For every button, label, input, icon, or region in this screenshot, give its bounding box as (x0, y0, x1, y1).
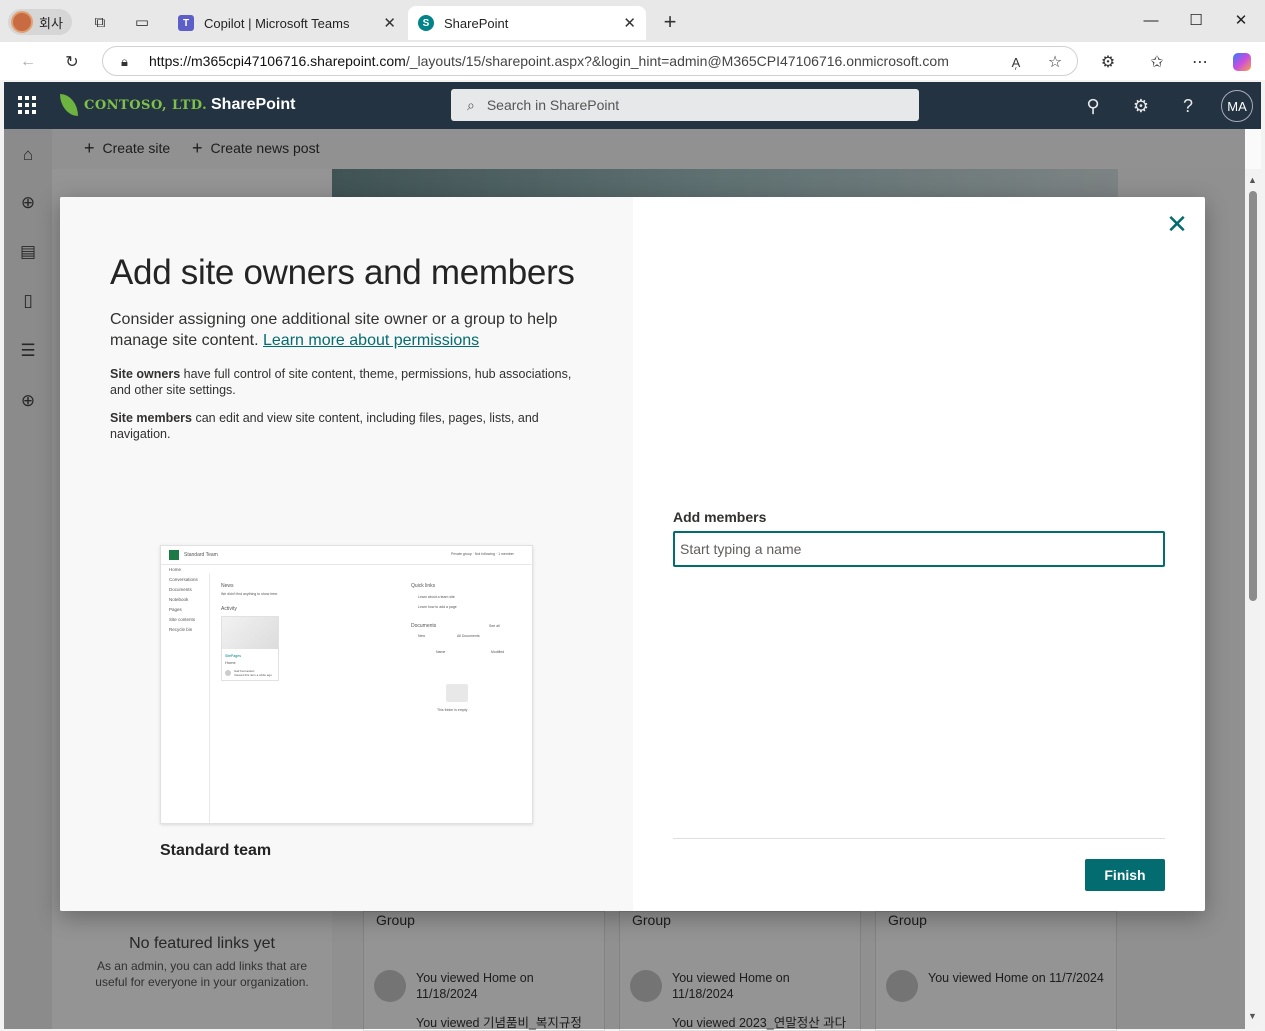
dialog-intro: Consider assigning one additional site o… (110, 309, 580, 351)
close-tab-icon[interactable]: ✕ (383, 14, 396, 32)
vertical-tabs-icon[interactable]: ▭ (132, 12, 152, 32)
profile-button[interactable]: 회사 (8, 9, 72, 35)
preview-quicklinks-title: Quick links (411, 583, 436, 589)
dialog-footer-divider (673, 838, 1165, 839)
preview-doc-new: New (418, 634, 426, 638)
close-tab-icon[interactable]: ✕ (623, 14, 636, 32)
preview-card-image (222, 617, 278, 649)
avatar (225, 670, 231, 676)
url-path: /_layouts/15/sharepoint.aspx?&login_hint… (405, 53, 949, 69)
url-host: https://m365cpi47106716.sharepoint.com (149, 53, 406, 69)
preview-nav-item: Site contents (169, 617, 196, 622)
minimize-icon[interactable]: — (1141, 10, 1161, 30)
tab-sharepoint[interactable]: S SharePoint ✕ (408, 6, 646, 40)
add-members-input[interactable] (673, 531, 1165, 567)
preview-quicklink: Learn how to add a page (418, 605, 457, 609)
settings-gear-icon[interactable]: ⚙ (1129, 94, 1153, 118)
extensions-icon[interactable]: ⚙ (1098, 52, 1118, 72)
back-icon[interactable]: ← (18, 52, 38, 72)
members-term: Site members (110, 411, 192, 425)
user-avatar[interactable]: MA (1221, 90, 1253, 122)
owners-term: Site owners (110, 367, 181, 381)
search-box[interactable]: ⌕ Search in SharePoint (451, 89, 919, 121)
search-icon: ⌕ (467, 96, 475, 113)
preview-folder-icon (446, 684, 468, 702)
preview-site-name: Standard Team (184, 552, 218, 558)
add-members-label: Add members (673, 509, 767, 525)
scroll-thumb[interactable] (1249, 191, 1257, 601)
more-options-icon[interactable]: ⋯ (1190, 52, 1210, 72)
favorites-icon[interactable]: ✩ (1147, 52, 1167, 72)
dialog-info-pane: Add site owners and members Consider ass… (60, 197, 633, 911)
feedback-icon[interactable]: ⚲ (1081, 94, 1105, 118)
owners-description: Site owners have full control of site co… (110, 366, 585, 398)
preview-col-name: Name (436, 650, 446, 654)
help-icon[interactable]: ? (1176, 94, 1200, 118)
browser-tab-bar: 회사 ⧉ ▭ T Copilot | Microsoft Teams ✕ S S… (0, 0, 1265, 42)
learn-more-link[interactable]: Learn more about permissions (263, 332, 479, 349)
workspaces-icon[interactable]: ⧉ (90, 12, 110, 32)
preview-activity-card: SitePages Home Gail Fernandez Viewed thi… (221, 616, 279, 681)
preview-nav-item: Notebook (169, 597, 189, 602)
preview-folder-empty: This folder is empty (437, 708, 468, 712)
preview-nav-item: Documents (169, 587, 192, 592)
suite-bar: CONTOSO, LTD. SharePoint ⌕ Search in Sha… (4, 82, 1261, 129)
app-launcher-icon[interactable] (18, 96, 36, 114)
preview-news-empty: We didn't find anything to show here. (221, 592, 279, 596)
preview-documents-title: Documents (411, 623, 437, 629)
preview-nav-item: Home (169, 567, 182, 572)
new-tab-icon[interactable]: + (660, 9, 680, 34)
preview-activity-title: Activity (221, 606, 237, 612)
scroll-up-icon[interactable]: ▲ (1248, 175, 1257, 185)
leaf-logo-icon (60, 94, 78, 116)
tab-title: Copilot | Microsoft Teams (204, 15, 350, 31)
preview-doc-view: All Documents (457, 634, 480, 638)
tab-teams[interactable]: T Copilot | Microsoft Teams ✕ (168, 6, 406, 40)
add-members-dialog: Add site owners and members Consider ass… (60, 197, 1205, 911)
members-description: Site members can edit and view site cont… (110, 410, 585, 442)
favorite-star-icon[interactable]: ☆ (1045, 52, 1065, 72)
logo-text: CONTOSO, LTD. (84, 97, 208, 113)
preview-activity-note: Viewed this item a while ago (234, 673, 272, 677)
contoso-logo[interactable]: CONTOSO, LTD. (60, 94, 207, 116)
search-placeholder: Search in SharePoint (486, 97, 620, 113)
sharepoint-icon: S (418, 15, 434, 31)
profile-avatar-icon (11, 11, 33, 33)
copilot-icon[interactable] (1232, 52, 1252, 72)
app-name[interactable]: SharePoint (211, 96, 295, 114)
url-field[interactable]: 🔒︎ https://m365cpi47106716.sharepoint.co… (102, 46, 1078, 76)
preview-card-title: Home (225, 660, 236, 665)
preview-quicklink: Learn about a team site (418, 595, 455, 599)
owners-desc: have full control of site content, theme… (110, 367, 572, 397)
preview-header-actions: Private group · Not following · 1 member (451, 552, 514, 556)
scroll-down-icon[interactable]: ▼ (1248, 1011, 1257, 1021)
preview-nav-item: Recycle bin (169, 627, 193, 632)
preview-col-modified: Modified (491, 650, 505, 654)
page-scrollbar[interactable]: ▲ ▼ (1245, 169, 1261, 1027)
refresh-icon[interactable]: ↻ (62, 52, 82, 72)
finish-button[interactable]: Finish (1085, 859, 1165, 891)
read-aloud-icon[interactable]: A᷊ (1006, 52, 1026, 72)
preview-nav-item: Pages (169, 607, 182, 612)
preview-news-title: News (221, 583, 234, 589)
preview-divider (161, 564, 534, 565)
preview-card-label: SitePages (225, 654, 241, 658)
preview-nav-item: Conversations (169, 577, 198, 582)
tab-title: SharePoint (444, 15, 509, 31)
template-name: Standard team (160, 842, 272, 859)
teams-icon: T (178, 15, 194, 31)
preview-see-all: See all (489, 624, 500, 628)
profile-label: 회사 (39, 15, 63, 31)
template-preview: Standard Team Private group · Not follow… (160, 545, 534, 824)
window-close-icon[interactable]: ✕ (1231, 10, 1251, 30)
dialog-close-icon[interactable]: ✕ (1165, 211, 1189, 237)
preview-nav-divider (209, 573, 210, 823)
lock-icon: 🔒︎ (121, 54, 128, 69)
dialog-title: Add site owners and members (110, 253, 575, 292)
maximize-icon[interactable]: ☐ (1186, 10, 1206, 30)
address-bar-row: ← ↻ 🔒︎ https://m365cpi47106716.sharepoin… (0, 42, 1265, 80)
preview-site-logo (169, 550, 179, 560)
